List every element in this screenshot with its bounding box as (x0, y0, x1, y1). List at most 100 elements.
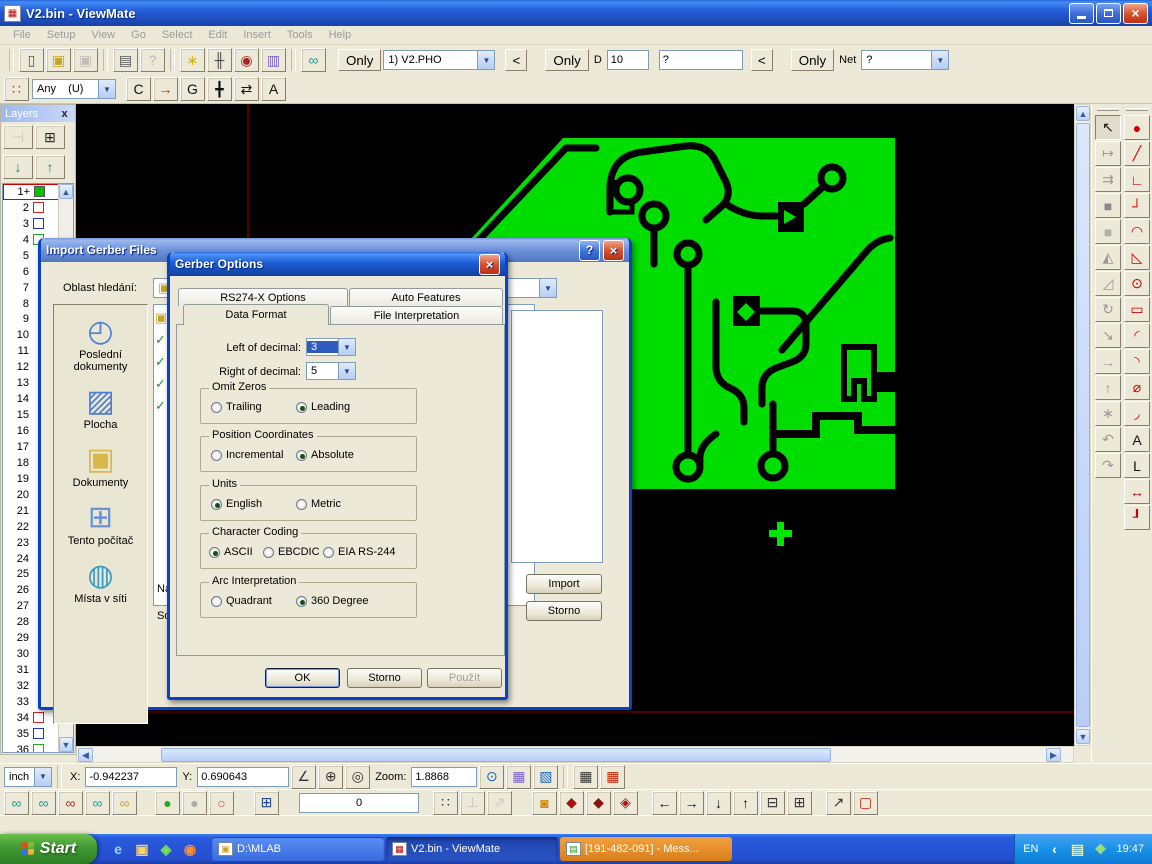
draw-line-button[interactable]: ╱ (1124, 141, 1150, 166)
layer-color-swatch[interactable] (33, 712, 44, 723)
radio-ebcdic[interactable]: EBCDIC (263, 546, 320, 558)
tab-file-interpretation[interactable]: File Interpretation (330, 306, 503, 324)
previous-net-button[interactable]: < (751, 49, 773, 71)
gerber-close-button[interactable]: × (479, 254, 500, 275)
toolbar-grip[interactable] (1097, 108, 1119, 111)
scroll-up-icon[interactable]: ▲ (1076, 106, 1090, 121)
import-close-button[interactable]: × (603, 240, 624, 261)
radio-360-degree[interactable]: 360 Degree (296, 595, 369, 607)
grid-move-button[interactable]: ⊞ (787, 791, 812, 815)
draw-ellipse-button[interactable]: ⌀ (1124, 375, 1150, 400)
close-button[interactable]: × (1123, 3, 1148, 24)
zoom-select-button[interactable]: ▧ (533, 765, 558, 789)
print-button[interactable]: ▤ (113, 48, 138, 72)
a-text-button[interactable]: A (261, 77, 286, 101)
view-fill-button[interactable]: ∞ (112, 791, 137, 815)
dot-grid-button[interactable]: ∷ (433, 791, 458, 815)
diamond-dot-button[interactable]: ◈ (613, 791, 638, 815)
dcode-input[interactable]: 10 (607, 50, 649, 70)
layer-color-swatch[interactable] (33, 202, 44, 213)
layer-up-button[interactable]: ↑ (35, 155, 65, 179)
layers-panel-titlebar[interactable]: Layers x (1, 105, 75, 122)
draw-circle-button[interactable]: ⊙ (1124, 271, 1150, 296)
vertical-scroll-thumb[interactable] (1076, 123, 1090, 727)
horizontal-scrollbar[interactable]: ◀ ▶ (76, 746, 1074, 763)
resize-button[interactable]: ↗ (826, 791, 851, 815)
help-button[interactable]: ? (579, 240, 600, 261)
x-coordinate-input[interactable]: -0.942237 (85, 767, 177, 787)
place-recent-documents[interactable]: ◴Poslední dokumenty (54, 317, 147, 373)
place-network-places[interactable]: ◍Místa v síti (54, 561, 147, 605)
swap-button[interactable]: ⇄ (234, 77, 259, 101)
film-pad-button[interactable]: ◉ (234, 48, 259, 72)
place-desktop[interactable]: ▨Plocha (54, 387, 147, 431)
gerber-cancel-button[interactable]: Storno (347, 668, 422, 688)
ie-button[interactable]: e (107, 838, 129, 860)
vertical-scrollbar[interactable]: ▲ ▼ (1074, 104, 1091, 746)
draw-end-corner-button[interactable]: ┚ (1124, 505, 1150, 530)
only-layer-button[interactable]: Only (338, 49, 381, 71)
view-pads-button[interactable]: ∞ (4, 791, 29, 815)
tab-data-format[interactable]: Data Format (183, 304, 329, 325)
start-button[interactable]: Start (0, 834, 97, 864)
menu-insert[interactable]: Insert (236, 27, 278, 43)
apply-button[interactable]: Použít (427, 668, 502, 688)
import-button[interactable]: Import (526, 574, 602, 594)
draw-arc-open-button[interactable]: ◠ (1124, 219, 1150, 244)
language-indicator[interactable]: EN (1023, 843, 1038, 855)
pliers-film-button[interactable]: ╫ (207, 48, 232, 72)
draw-chord-button[interactable]: ◜ (1124, 323, 1150, 348)
view-draw-button[interactable]: ∞ (85, 791, 110, 815)
layer-file-select[interactable]: 1) V2.PHO ▼ (383, 50, 495, 70)
grid-up-button[interactable]: ↑ (733, 791, 758, 815)
select-cursor-button[interactable]: ↖ (1095, 115, 1121, 140)
zoom-input[interactable]: 1.8868 (411, 767, 477, 787)
book-button[interactable]: ◈ (155, 838, 177, 860)
view-lines-button[interactable]: ∞ (31, 791, 56, 815)
radio-absolute[interactable]: Absolute (296, 449, 354, 461)
draw-corner-button[interactable]: ┘ (1124, 193, 1150, 218)
layer-color-swatch[interactable] (33, 218, 44, 229)
pattern-select-button[interactable]: ∷ (4, 77, 29, 101)
horizontal-scroll-thumb[interactable] (161, 748, 831, 762)
zoom-grid-button[interactable]: ▦ (506, 765, 531, 789)
flash-pad-button[interactable]: ∗ (180, 48, 205, 72)
place-my-computer[interactable]: ⊞Tento počítač (54, 503, 147, 547)
c-aperture-button[interactable]: C (126, 77, 151, 101)
g-code-button[interactable]: G (180, 77, 205, 101)
scroll-left-icon[interactable]: ◀ (78, 748, 93, 762)
layer-color-swatch[interactable] (33, 744, 44, 753)
new-file-button[interactable]: ▯ (19, 48, 44, 72)
previous-dcode-button[interactable]: < (505, 49, 527, 71)
scroll-down-icon[interactable]: ▼ (1076, 729, 1090, 744)
highlight-off-button[interactable]: ● (182, 791, 207, 815)
radio-english[interactable]: English (211, 498, 262, 510)
layer-color-swatch[interactable] (33, 728, 44, 739)
glasses-ruler-button[interactable]: ∞ (301, 48, 326, 72)
restore-button[interactable] (1096, 3, 1121, 24)
draw-arc2-button[interactable]: ◞ (1124, 401, 1150, 426)
highlight-on-button[interactable]: ● (155, 791, 180, 815)
left-of-decimal-select[interactable]: 3 ▼ (306, 338, 356, 356)
layers-scroll-up-icon[interactable]: ▲ (59, 184, 73, 199)
tab-auto-features[interactable]: Auto Features (349, 288, 503, 306)
diamond-s-button[interactable]: ◆ (586, 791, 611, 815)
radio-leading[interactable]: Leading (296, 401, 350, 413)
sun-grid-button[interactable]: ◙ (532, 791, 557, 815)
marquee-button[interactable]: ▢ (853, 791, 878, 815)
minimize-button[interactable] (1069, 3, 1094, 24)
dropdown-arrow-icon[interactable]: ▼ (98, 80, 115, 98)
scroll-right-icon[interactable]: ▶ (1046, 748, 1061, 762)
draw-text-button[interactable]: A (1124, 427, 1150, 452)
aperture-filter-select[interactable]: Any (U) ▼ (32, 79, 116, 99)
task-d-mlab[interactable]: ▣D:\MLAB (212, 837, 384, 861)
gerber-dialog-titlebar[interactable]: Gerber Options × (170, 252, 505, 276)
tile-window-button[interactable]: ⊞ (254, 791, 279, 815)
dcode-query-input[interactable]: ? (659, 50, 743, 70)
folder-shortcut-button[interactable]: ▣ (131, 838, 153, 860)
diamond-solid-button[interactable]: ◆ (559, 791, 584, 815)
radio-eia-rs-244[interactable]: EIA RS-244 (323, 546, 395, 558)
menu-edit[interactable]: Edit (201, 27, 234, 43)
probe-button[interactable]: ◎ (345, 765, 370, 789)
tray-flower-button[interactable]: ❖ (1089, 838, 1111, 860)
